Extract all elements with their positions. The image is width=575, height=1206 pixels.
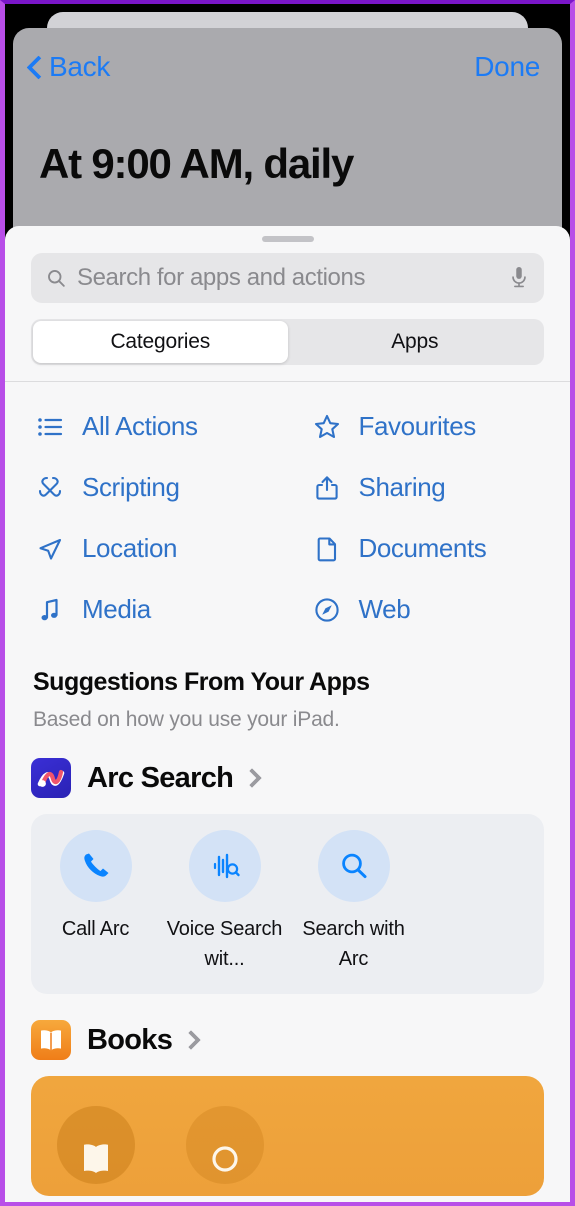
category-label: Sharing bbox=[358, 472, 446, 502]
category-item-all-actions[interactable]: All Actions bbox=[5, 396, 288, 457]
list-bullet-icon bbox=[35, 412, 65, 442]
search-input[interactable] bbox=[77, 264, 508, 292]
category-item-documents[interactable]: Documents bbox=[288, 518, 571, 579]
action-tile-books-search[interactable] bbox=[160, 1106, 289, 1196]
books-app-icon bbox=[31, 1020, 71, 1060]
arc-search-app-icon bbox=[31, 758, 71, 798]
music-note-icon bbox=[35, 595, 65, 625]
tab-apps[interactable]: Apps bbox=[288, 321, 543, 363]
app-header-arc-search[interactable]: Arc Search bbox=[5, 758, 570, 798]
arc-search-actions-card: Call Arc Voice Search wit... Search with… bbox=[31, 814, 544, 994]
category-label: All Actions bbox=[82, 411, 198, 441]
action-tile-search-with-arc[interactable]: Search with Arc bbox=[289, 830, 418, 974]
tab-categories[interactable]: Categories bbox=[33, 321, 288, 363]
screenshot-frame: Back Done At 9:00 AM, daily Categories bbox=[0, 0, 575, 1206]
category-label: Documents bbox=[358, 533, 487, 563]
location-arrow-icon bbox=[35, 534, 65, 564]
categories-grid: All Actions Favourites Scripting Sharing… bbox=[5, 382, 570, 640]
category-label: Scripting bbox=[82, 472, 180, 502]
done-button[interactable]: Done bbox=[474, 51, 540, 83]
compass-icon bbox=[312, 595, 342, 625]
chevron-right-icon bbox=[242, 768, 263, 788]
action-tile-label: Search with Arc bbox=[302, 918, 405, 970]
open-book-icon bbox=[56, 1106, 135, 1184]
page-title: At 9:00 AM, daily bbox=[39, 140, 354, 187]
categories-apps-segmented-control[interactable]: Categories Apps bbox=[31, 319, 544, 365]
suggestions-subtitle: Based on how you use your iPad. bbox=[33, 708, 340, 731]
document-page-icon bbox=[312, 534, 342, 564]
magnifier-icon bbox=[317, 830, 390, 902]
action-detail-header-card: Back Done At 9:00 AM, daily bbox=[13, 28, 562, 228]
app-group-books: Books bbox=[5, 1020, 570, 1196]
search-icon bbox=[48, 269, 65, 287]
app-name: Books bbox=[87, 1023, 173, 1056]
category-label: Favourites bbox=[358, 411, 477, 441]
books-actions-card bbox=[31, 1076, 544, 1196]
category-item-scripting[interactable]: Scripting bbox=[5, 457, 288, 518]
action-tile-voice-search[interactable]: Voice Search wit... bbox=[160, 830, 289, 974]
category-label: Location bbox=[82, 533, 178, 563]
magnifier-icon bbox=[185, 1106, 264, 1184]
action-tile-books-read[interactable] bbox=[31, 1106, 160, 1196]
voice-waveform-search-icon bbox=[188, 830, 261, 902]
action-tile-label: Call Arc bbox=[61, 918, 130, 940]
chevron-right-icon bbox=[181, 1030, 202, 1050]
category-item-favourites[interactable]: Favourites bbox=[288, 396, 571, 457]
category-item-location[interactable]: Location bbox=[5, 518, 288, 579]
navigation-bar: Back Done bbox=[13, 28, 562, 106]
share-icon bbox=[312, 473, 342, 503]
search-bar[interactable] bbox=[31, 253, 544, 303]
microphone-icon[interactable] bbox=[508, 265, 530, 291]
scripting-ribbon-icon bbox=[35, 473, 65, 503]
app-header-books[interactable]: Books bbox=[5, 1020, 570, 1060]
category-item-sharing[interactable]: Sharing bbox=[288, 457, 571, 518]
sheet-drag-handle[interactable] bbox=[261, 236, 314, 242]
category-label: Media bbox=[82, 594, 151, 624]
chevron-left-icon bbox=[25, 52, 47, 82]
category-item-web[interactable]: Web bbox=[288, 579, 571, 640]
phone-icon bbox=[59, 830, 132, 902]
action-tile-call-arc[interactable]: Call Arc bbox=[31, 830, 160, 974]
suggestions-title: Suggestions From Your Apps bbox=[33, 668, 370, 696]
back-button-label: Back bbox=[49, 51, 111, 82]
category-item-media[interactable]: Media bbox=[5, 579, 288, 640]
app-group-arc-search: Arc Search Call Arc Voice Search wit... … bbox=[5, 758, 570, 994]
action-tile-label: Voice Search wit... bbox=[166, 918, 283, 970]
action-picker-sheet: Categories Apps All Actions bbox=[5, 226, 570, 1202]
star-icon bbox=[312, 412, 342, 442]
back-button[interactable]: Back bbox=[25, 51, 110, 83]
app-name: Arc Search bbox=[87, 761, 234, 794]
category-label: Web bbox=[358, 594, 411, 624]
